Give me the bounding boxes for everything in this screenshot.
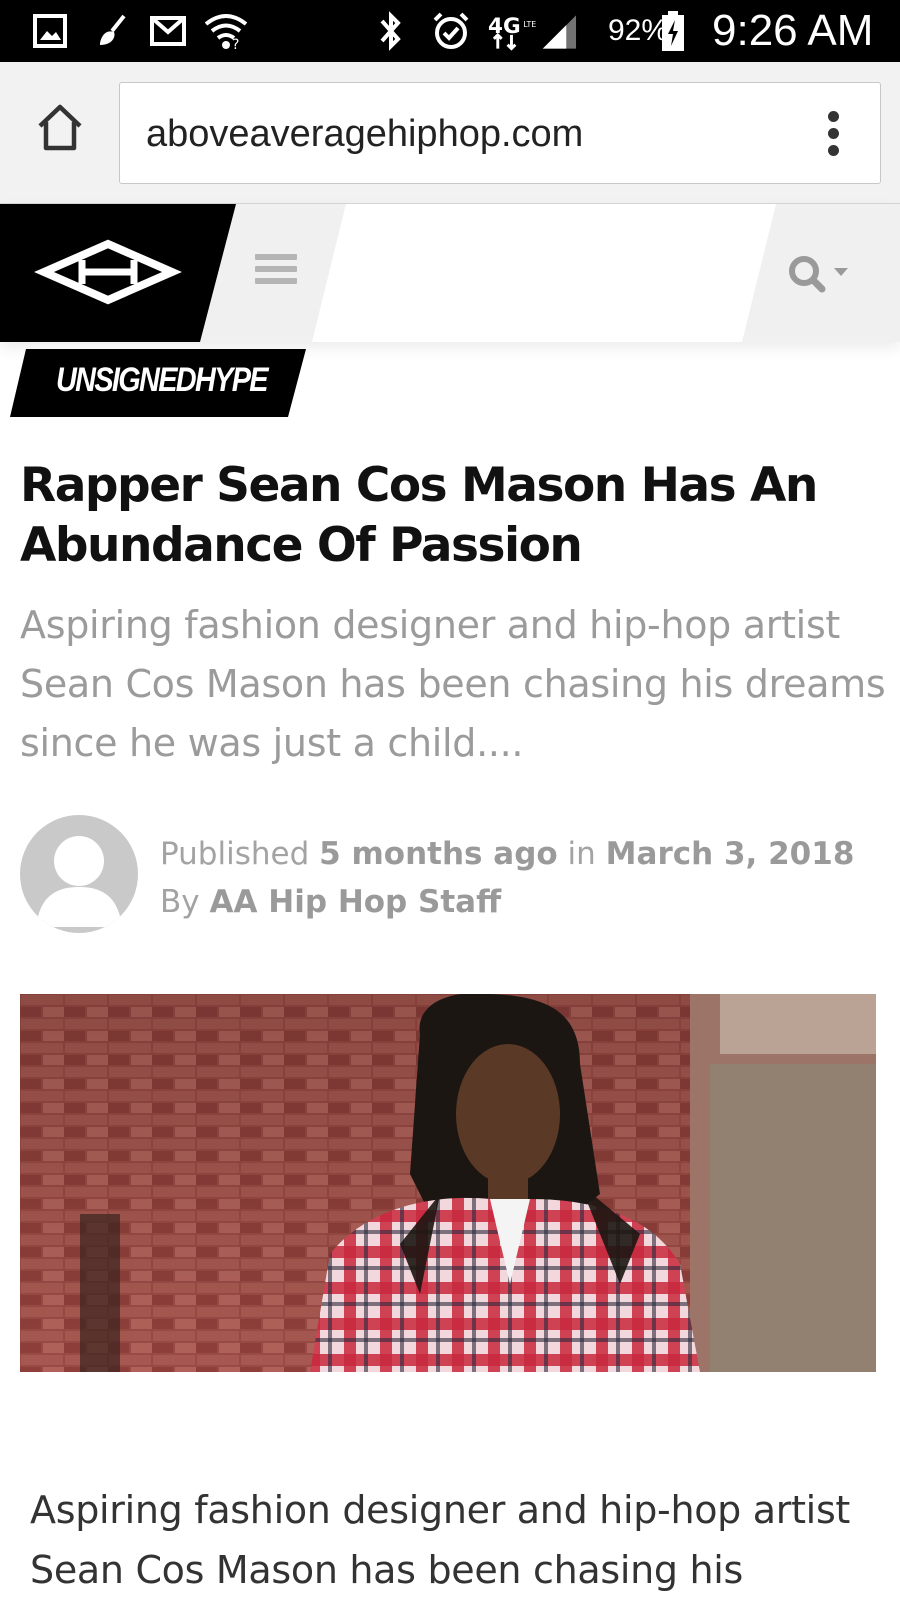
article-hero-image: [20, 994, 876, 1372]
url-bar[interactable]: aboveaveragehiphop.com: [119, 82, 881, 184]
in-word: in: [567, 836, 596, 872]
cleaner-icon: [92, 12, 132, 50]
category-label: UNSIGNEDHYPE: [56, 361, 269, 399]
status-time: 9:26 AM: [712, 6, 874, 55]
battery-icon: [660, 11, 686, 51]
hamburger-icon[interactable]: [255, 254, 297, 288]
overflow-menu-icon[interactable]: [826, 111, 840, 157]
author-avatar[interactable]: [20, 815, 138, 933]
article-meta: Published 5 months ago in March 3, 2018 …: [160, 830, 880, 926]
alarm-icon: [430, 12, 472, 50]
article-excerpt: Aspiring fashion designer and hip-hop ar…: [20, 603, 886, 765]
status-bar: ? 4G LTE 92% 9:26 AM: [0, 0, 900, 62]
publish-date[interactable]: March 3, 2018: [606, 836, 855, 872]
category-tag[interactable]: UNSIGNEDHYPE: [10, 349, 306, 417]
gallery-icon: [30, 12, 70, 50]
wifi-icon: ?: [204, 12, 248, 50]
article-body: Aspiring fashion designer and hip-hop ar…: [30, 1488, 851, 1592]
published-prefix: Published: [160, 836, 310, 872]
svg-text:?: ?: [232, 37, 239, 50]
bluetooth-icon: [374, 11, 408, 51]
by-word: By: [160, 884, 200, 920]
site-logo-icon[interactable]: [0, 204, 236, 342]
author-line: By AA Hip Hop Staff: [160, 878, 880, 926]
svg-text:LTE: LTE: [523, 20, 536, 29]
search-icon[interactable]: [786, 252, 860, 296]
caret-down-icon: [834, 268, 848, 276]
author-name[interactable]: AA Hip Hop Staff: [209, 884, 501, 920]
url-text: aboveaveragehiphop.com: [146, 113, 584, 155]
signal-icon: 4G LTE: [488, 12, 578, 51]
publish-line: Published 5 months ago in March 3, 2018: [160, 830, 880, 878]
relative-time: 5 months ago: [319, 836, 558, 872]
home-icon[interactable]: [34, 102, 86, 154]
svg-text:4G: 4G: [488, 14, 521, 39]
gmail-icon: [148, 12, 188, 50]
browser-toolbar: aboveaveragehiphop.com: [0, 62, 900, 204]
site-header: [0, 204, 900, 342]
article-title: Rapper Sean Cos Mason Has An Abundance O…: [20, 458, 818, 573]
